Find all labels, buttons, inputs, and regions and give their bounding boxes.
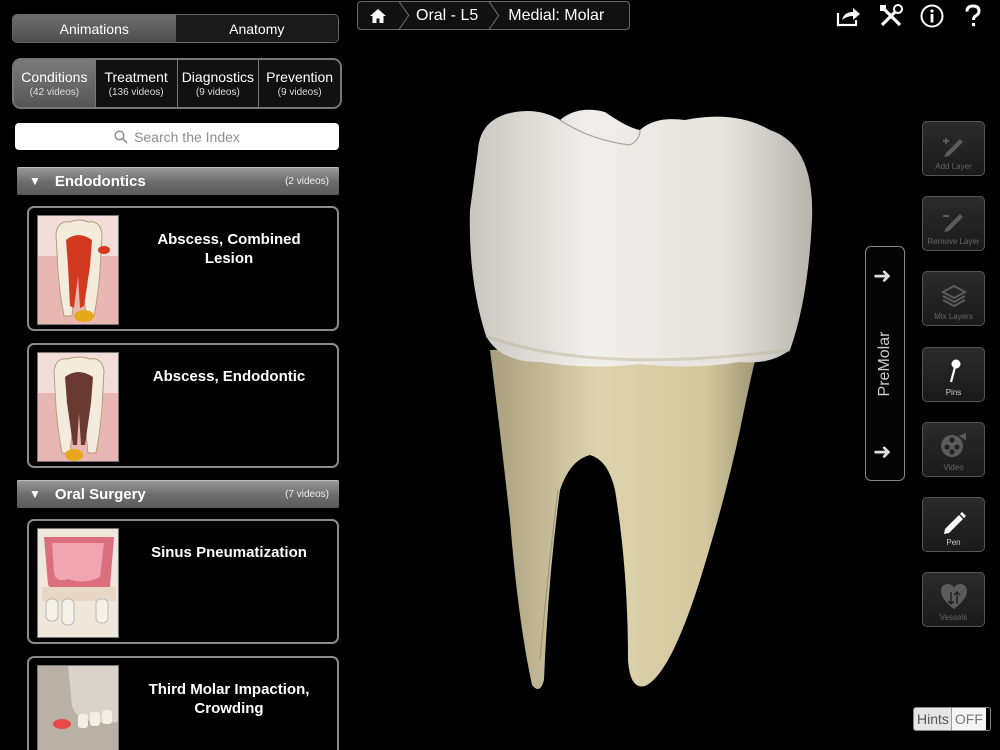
section-count: (7 videos): [285, 488, 329, 500]
category-diagnostics[interactable]: Diagnostics (9 videos): [177, 60, 260, 107]
list-item-sinus-pneumatization[interactable]: Sinus Pneumatization: [27, 519, 339, 644]
info-icon: [920, 4, 944, 28]
video-button[interactable]: Video: [922, 422, 985, 477]
hints-toggle[interactable]: Hints OFF: [913, 707, 991, 731]
search-icon: [114, 129, 128, 144]
category-label: Diagnostics: [181, 68, 255, 85]
tool-label: Vessels: [939, 613, 968, 622]
breadcrumb-separator-icon: [398, 2, 410, 29]
adjacent-tooth-navigator[interactable]: ➜ PreMolar ➜: [865, 246, 905, 481]
left-panel: Animations Anatomy Conditions (42 videos…: [0, 0, 352, 750]
item-title: Sinus Pneumatization: [151, 544, 307, 561]
video-reel-icon: [940, 433, 966, 457]
category-count: (9 videos): [195, 86, 240, 98]
collapse-triangle-icon: ▼: [29, 487, 41, 501]
section-name: Endodontics: [54, 172, 146, 190]
collapse-triangle-icon: ▼: [29, 174, 41, 188]
list-item-third-molar-impaction[interactable]: Third Molar Impaction, Crowding: [27, 656, 339, 750]
thumbnail-image: [37, 528, 119, 638]
tools-button[interactable]: [878, 3, 904, 29]
breadcrumb-separator-icon: [489, 2, 500, 29]
info-button[interactable]: [919, 3, 945, 29]
remove-layer-button[interactable]: Remove Layer: [922, 196, 985, 251]
remove-layer-icon: [942, 214, 963, 232]
tool-label: Pen: [946, 538, 961, 547]
list-item-abscess-endodontic[interactable]: Abscess, Endodontic: [27, 343, 339, 468]
help-icon: [965, 4, 981, 27]
item-title: Abscess, Combined Lesion: [157, 231, 301, 267]
breadcrumb: Oral - L5 Medial: Molar: [357, 1, 630, 30]
tool-label: Remove Layer: [927, 237, 980, 246]
section-count: (2 videos): [285, 175, 329, 187]
list-item-abscess-combined-lesion[interactable]: Abscess, Combined Lesion: [27, 206, 339, 331]
tools-icon: [880, 4, 903, 27]
layers-icon: [940, 284, 967, 308]
hints-state: OFF: [950, 708, 986, 730]
category-treatment[interactable]: Treatment (136 videos): [95, 60, 178, 107]
heart-icon: [940, 584, 967, 609]
tab-animations[interactable]: Animations: [13, 15, 176, 42]
add-layer-icon: [942, 138, 963, 157]
help-button[interactable]: [960, 3, 986, 29]
share-button[interactable]: [836, 3, 862, 29]
tab-anatomy[interactable]: Anatomy: [175, 15, 338, 42]
section-header-endodontics[interactable]: ▼ Endodontics (2 videos): [17, 167, 339, 195]
vessels-button[interactable]: Vessels: [922, 572, 985, 627]
pins-button[interactable]: Pins: [922, 347, 985, 402]
tool-label: Add Layer: [935, 162, 972, 171]
mode-segmented-control: Animations Anatomy: [12, 14, 339, 43]
section-name: Oral Surgery: [54, 485, 146, 503]
pen-icon: [943, 512, 966, 534]
category-label: Prevention: [266, 68, 334, 85]
pen-button[interactable]: Pen: [922, 497, 985, 552]
section-header-oral-surgery[interactable]: ▼ Oral Surgery (7 videos): [17, 480, 339, 508]
category-segmented-control: Conditions (42 videos) Treatment (136 vi…: [12, 58, 342, 109]
tool-label: Mix Layers: [934, 312, 973, 321]
home-button[interactable]: [358, 2, 398, 29]
category-count: (42 videos): [29, 86, 80, 98]
category-count: (136 videos): [108, 86, 164, 98]
search-input[interactable]: Search the Index: [15, 123, 339, 150]
breadcrumb-level1[interactable]: Oral - L5: [410, 7, 488, 25]
hints-label: Hints: [914, 708, 951, 730]
adjacent-tooth-label: PreMolar: [876, 331, 893, 396]
thumbnail-image: [37, 665, 119, 750]
category-label: Treatment: [104, 68, 168, 85]
add-layer-button[interactable]: Add Layer: [922, 121, 985, 176]
breadcrumb-level2[interactable]: Medial: Molar: [500, 7, 604, 25]
mix-layers-button[interactable]: Mix Layers: [922, 271, 985, 326]
item-title: Abscess, Endodontic: [152, 368, 306, 385]
arrow-right-icon[interactable]: ➜: [873, 439, 891, 465]
item-title: Third Molar Impaction, Crowding: [148, 681, 310, 717]
molar-3d-model[interactable]: [440, 100, 840, 700]
arrow-right-icon[interactable]: ➜: [873, 263, 891, 289]
category-prevention[interactable]: Prevention (9 videos): [259, 60, 340, 107]
category-count: (9 videos): [277, 86, 322, 98]
home-icon: [370, 8, 386, 23]
tool-label: Pins: [945, 388, 962, 397]
share-icon: [836, 8, 860, 27]
category-conditions[interactable]: Conditions (42 videos): [14, 60, 96, 107]
thumbnail-image: [37, 215, 119, 325]
tool-label: Video: [943, 463, 964, 472]
pin-icon: [949, 359, 960, 383]
category-label: Conditions: [21, 68, 88, 85]
search-placeholder: Search the Index: [134, 128, 240, 145]
thumbnail-image: [37, 352, 119, 462]
